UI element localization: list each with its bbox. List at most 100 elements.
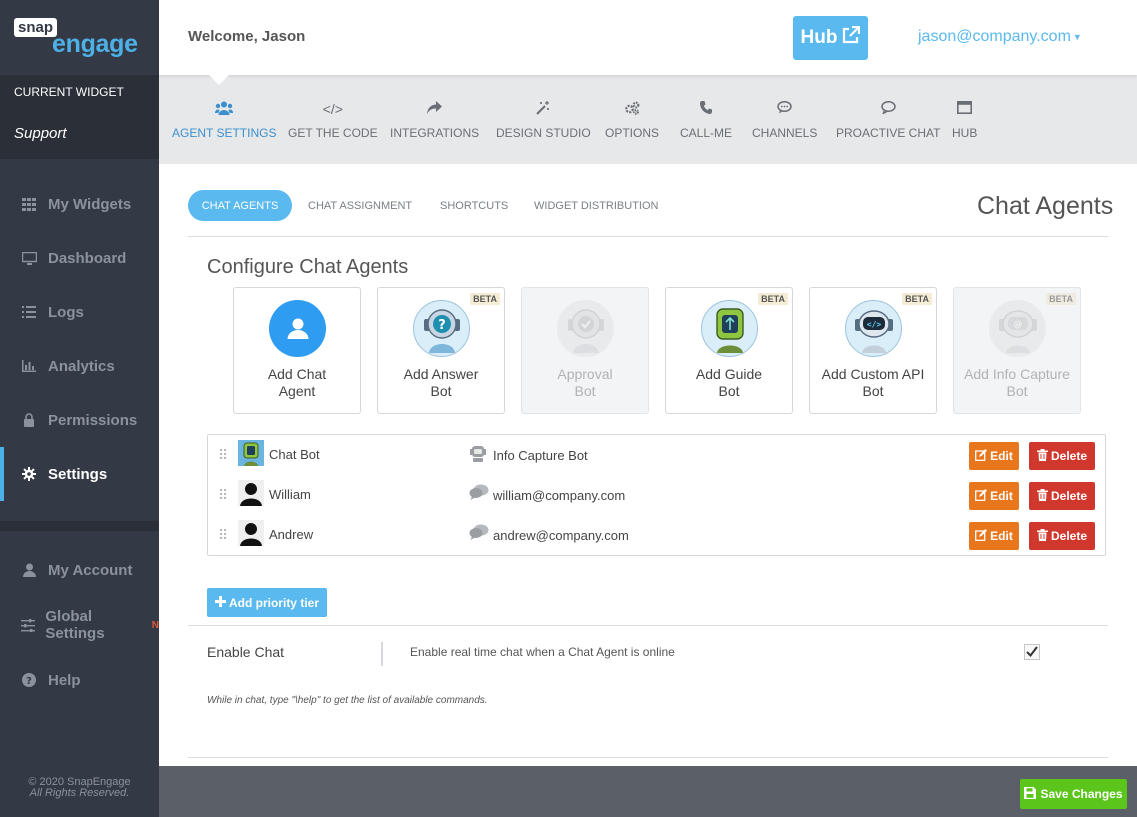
user-email: jason@company.com xyxy=(918,28,1071,45)
sidebar-item-label: Help xyxy=(48,671,81,689)
snapengage-logo[interactable]: snap engage xyxy=(14,16,154,62)
tab-proactive-chat[interactable]: PROACTIVE CHAT xyxy=(836,100,940,140)
trash-icon xyxy=(1036,528,1048,544)
edit-icon xyxy=(975,528,988,544)
edit-label: Edit xyxy=(990,449,1013,463)
chat-outline-icon xyxy=(880,100,896,117)
question-icon: ? xyxy=(0,673,48,687)
trash-icon xyxy=(1036,488,1048,504)
tab-integrations[interactable]: INTEGRATIONS xyxy=(390,101,479,140)
edit-button[interactable]: Edit xyxy=(969,522,1019,550)
divider xyxy=(188,236,1108,237)
enable-chat-description: Enable real time chat when a Chat Agent … xyxy=(410,645,675,659)
tab-label: DESIGN STUDIO xyxy=(496,126,591,140)
copyright-line: All Rights Reserved. xyxy=(29,787,130,799)
edit-button[interactable]: Edit xyxy=(969,442,1019,470)
sidebar-item-logs[interactable]: Logs xyxy=(0,285,159,339)
sidebar-item-help[interactable]: ? Help xyxy=(0,653,159,707)
tab-label: INTEGRATIONS xyxy=(390,126,480,140)
tab-agent-settings[interactable]: AGENT SETTINGS xyxy=(172,101,276,140)
chat-bubble-icon xyxy=(777,100,792,117)
beta-badge: BETA xyxy=(902,293,932,305)
delete-button[interactable]: Delete xyxy=(1029,522,1095,550)
active-tab-pointer xyxy=(209,75,229,85)
delete-button[interactable]: Delete xyxy=(1029,442,1095,470)
lock-icon xyxy=(0,413,48,427)
add-answer-bot-card[interactable]: BETA ? Add Answer Bot xyxy=(377,287,505,414)
share-icon xyxy=(427,101,443,117)
delete-label: Delete xyxy=(1050,529,1088,543)
tab-design-studio[interactable]: DESIGN STUDIO xyxy=(496,101,591,140)
delete-button[interactable]: Delete xyxy=(1029,482,1095,510)
drag-handle-icon[interactable]: ⠿ xyxy=(218,527,228,544)
sidebar-item-settings[interactable]: Settings xyxy=(0,447,159,501)
logo-engage-text: engage xyxy=(52,30,138,58)
agent-name: Andrew xyxy=(269,527,314,542)
sidebar-item-my-account[interactable]: My Account xyxy=(0,543,159,597)
sliders-icon xyxy=(0,618,45,632)
tab-call-me[interactable]: CALL-ME xyxy=(680,101,732,140)
info-capture-bot-icon: @ xyxy=(989,300,1046,357)
tab-label: CALL-ME xyxy=(680,126,733,140)
subtab-chat-assignment[interactable]: CHAT ASSIGNMENT xyxy=(308,200,412,212)
enable-chat-label: Enable Chat xyxy=(207,644,285,660)
hub-button[interactable]: Hub xyxy=(793,16,868,60)
approval-bot-card: Approval Bot xyxy=(521,287,649,414)
agents-table: ⠿ Chat Bot Info Capture Bot Edit Delete … xyxy=(207,434,1106,556)
edit-label: Edit xyxy=(990,489,1013,503)
window-icon xyxy=(957,101,973,117)
divider xyxy=(188,625,1108,626)
plus-icon xyxy=(214,595,226,610)
custom-api-bot-icon: </> xyxy=(845,300,902,357)
tab-label: CHANNELS xyxy=(752,126,818,140)
add-guide-bot-card[interactable]: BETA Add Guide Bot xyxy=(665,287,793,414)
tab-options[interactable]: OPTIONS xyxy=(605,101,659,140)
sidebar-item-global-settings[interactable]: Global Settings N xyxy=(0,598,159,652)
enable-chat-checkbox[interactable] xyxy=(1024,644,1040,660)
person-silhouette-icon xyxy=(238,520,264,546)
main-content: CHAT AGENTS CHAT ASSIGNMENT SHORTCUTS WI… xyxy=(159,164,1137,766)
sidebar-item-label: Global Settings xyxy=(45,608,105,642)
sidebar-item-permissions[interactable]: Permissions xyxy=(0,393,159,447)
card-label: Add Info Capture Bot xyxy=(964,366,1070,399)
card-label: Add Chat Agent xyxy=(267,366,327,399)
tab-channels[interactable]: CHANNELS xyxy=(752,100,818,140)
configure-title: Configure Chat Agents xyxy=(207,256,409,278)
current-widget-name[interactable]: Support xyxy=(14,125,67,142)
tab-hub[interactable]: HUB xyxy=(952,101,977,140)
add-priority-tier-button[interactable]: Add priority tier xyxy=(207,588,327,617)
svg-text:@: @ xyxy=(1013,320,1022,330)
phone-icon xyxy=(700,101,712,117)
subtab-chat-agents[interactable]: CHAT AGENTS xyxy=(188,190,292,221)
subtab-widget-distribution[interactable]: WIDGET DISTRIBUTION xyxy=(534,200,658,212)
agent-name: Chat Bot xyxy=(269,447,320,462)
drag-handle-icon[interactable]: ⠿ xyxy=(218,447,228,464)
table-row: ⠿ Chat Bot Info Capture Bot Edit Delete xyxy=(208,435,1105,475)
subtab-shortcuts[interactable]: SHORTCUTS xyxy=(440,200,508,212)
tab-get-the-code[interactable]: </> GET THE CODE xyxy=(288,101,378,140)
agent-type: andrew@company.com xyxy=(493,528,629,543)
svg-text:</>: </> xyxy=(866,320,881,329)
user-menu[interactable]: jason@company.com ▼ xyxy=(918,28,1082,46)
agent-type: Info Capture Bot xyxy=(493,448,588,463)
card-label: Add Guide Bot xyxy=(695,366,763,399)
chat-agent-icon xyxy=(469,524,489,542)
answer-bot-icon: ? xyxy=(413,300,470,357)
add-info-capture-bot-card: BETA @ Add Info Capture Bot xyxy=(953,287,1081,414)
drag-handle-icon[interactable]: ⠿ xyxy=(218,487,228,504)
caret-down-icon: ▼ xyxy=(1072,31,1082,42)
top-header: Welcome, Jason Hub jason@company.com ▼ xyxy=(159,0,1137,85)
sidebar-item-analytics[interactable]: Analytics xyxy=(0,339,159,393)
chat-agent-icon xyxy=(469,484,489,502)
list-icon xyxy=(0,306,48,318)
sidebar-item-my-widgets[interactable]: My Widgets xyxy=(0,177,159,231)
guide-bot-icon xyxy=(701,300,758,357)
edit-button[interactable]: Edit xyxy=(969,482,1019,510)
add-custom-api-bot-card[interactable]: BETA </> Add Custom API Bot xyxy=(809,287,937,414)
add-chat-agent-card[interactable]: Add Chat Agent xyxy=(233,287,361,414)
sidebar-item-dashboard[interactable]: Dashboard xyxy=(0,231,159,285)
approval-bot-icon xyxy=(557,300,614,357)
beta-badge: BETA xyxy=(470,293,500,305)
sidebar-item-label: My Account xyxy=(48,561,133,579)
save-changes-button[interactable]: Save Changes xyxy=(1020,779,1127,809)
